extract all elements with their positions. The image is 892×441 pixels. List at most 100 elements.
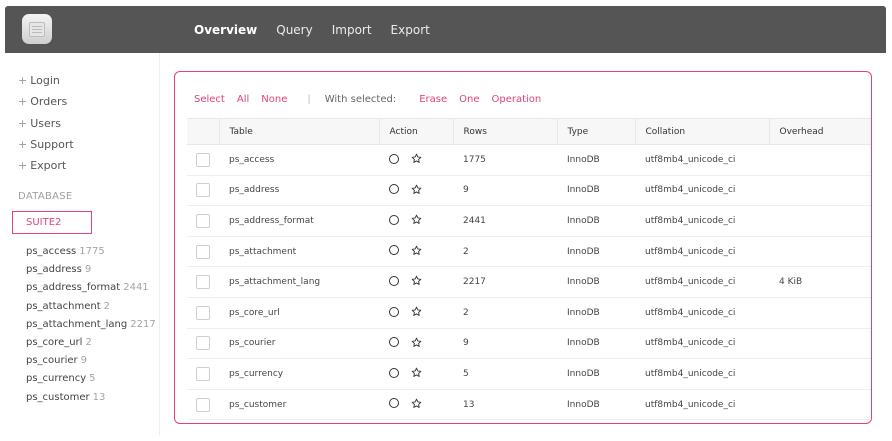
sidebar-table-item[interactable]: ps_attachment_lang 2217 (26, 316, 156, 334)
sidebar-item-support[interactable]: + Support (18, 134, 74, 155)
table-name: ps_access (26, 246, 77, 257)
sidebar-item-users[interactable]: + Users (18, 113, 74, 134)
sidebar-table-item[interactable]: ps_address 9 (26, 261, 156, 279)
circle-icon[interactable] (389, 367, 399, 378)
sidebar-item-orders[interactable]: + Orders (18, 91, 74, 112)
nav-overview[interactable]: Overview (194, 23, 257, 37)
table-row: ps_address 9 InnoDB utf8mb4_unicode_ci (187, 175, 871, 207)
circle-icon[interactable] (389, 337, 399, 348)
table-name: ps_core_url (26, 336, 83, 348)
row-checkbox[interactable] (196, 336, 210, 351)
circle-icon[interactable] (389, 398, 399, 409)
table-row: ps_customer 13 InnoDB utf8mb4_unicode_ci (187, 389, 871, 421)
table-count: 2 (85, 336, 92, 348)
table-name-cell[interactable]: ps_currency (219, 358, 379, 390)
column-header-table[interactable]: Table (218, 118, 379, 145)
type-cell: InnoDB (557, 175, 635, 207)
circle-icon[interactable] (389, 245, 399, 256)
sidebar-table-item[interactable]: ps_currency 5 (26, 370, 156, 388)
collation-cell: utf8mb4_unicode_ci (635, 328, 769, 360)
database-selector[interactable]: SUITE2 (12, 211, 92, 234)
table-name-cell[interactable]: ps_address_format (219, 205, 379, 237)
row-select-cell (187, 358, 219, 390)
type-cell: InnoDB (557, 205, 635, 237)
rows-cell: 13 (453, 389, 557, 421)
table-count: 2441 (123, 282, 149, 294)
table-name-cell[interactable]: ps_access (219, 144, 379, 176)
row-select-cell (187, 205, 219, 237)
column-header-rows[interactable]: Rows (452, 118, 557, 145)
type-cell: InnoDB (557, 297, 635, 329)
row-checkbox[interactable] (196, 213, 210, 228)
select-none-link[interactable]: None (261, 94, 287, 105)
table-row: ps_core_url 2 InnoDB utf8mb4_unicode_ci (187, 297, 871, 329)
column-header-action[interactable]: Action (378, 118, 453, 145)
table-name-cell[interactable]: ps_customer (219, 389, 379, 421)
plus-icon: + (18, 95, 28, 109)
action-cell (379, 236, 453, 268)
table-row: ps_attachment_lang 2217 InnoDB utf8mb4_unic… (187, 266, 871, 298)
star-icon[interactable] (411, 306, 422, 317)
row-checkbox[interactable] (196, 183, 210, 198)
action-cell (379, 205, 453, 237)
sidebar-table-item[interactable]: ps_core_url 2 (26, 334, 156, 352)
star-icon[interactable] (411, 398, 422, 409)
star-icon[interactable] (411, 275, 422, 286)
row-checkbox[interactable] (196, 244, 210, 259)
nav-import[interactable]: Import (332, 23, 372, 37)
sidebar-item-login[interactable]: + Login (18, 70, 74, 91)
overhead-cell (769, 144, 871, 176)
star-icon[interactable] (411, 245, 422, 256)
column-header-collation[interactable]: Collation (634, 118, 769, 145)
star-icon[interactable] (411, 153, 422, 164)
star-icon[interactable] (411, 214, 422, 225)
row-checkbox[interactable] (196, 275, 210, 290)
rows-cell: 2217 (453, 266, 557, 298)
star-icon[interactable] (411, 367, 422, 378)
sidebar-table-item[interactable]: ps_address_format 2441 (26, 279, 156, 297)
rows-cell: 9 (453, 328, 557, 360)
erase-link[interactable]: Erase (419, 94, 447, 105)
circle-icon[interactable] (389, 214, 399, 225)
circle-icon[interactable] (389, 306, 399, 317)
circle-icon[interactable] (389, 153, 399, 164)
nav-query[interactable]: Query (276, 23, 312, 37)
table-name-cell[interactable]: ps_attachment_lang (219, 266, 379, 298)
sidebar-item-label: Export (30, 159, 67, 173)
select-all-link[interactable]: All (237, 94, 249, 105)
circle-icon[interactable] (389, 184, 399, 195)
table-name-cell[interactable]: ps_courier (219, 328, 379, 360)
column-header-type[interactable]: Type (556, 118, 635, 145)
table-count: 1775 (79, 246, 105, 257)
table-name: ps_customer (26, 391, 90, 403)
row-checkbox[interactable] (196, 366, 210, 381)
overhead-cell (769, 297, 871, 329)
star-icon[interactable] (411, 337, 422, 348)
sidebar-table-item[interactable]: ps_access 1775 (26, 243, 156, 261)
app-logo-icon[interactable] (22, 14, 52, 44)
collation-cell: utf8mb4_unicode_ci (635, 236, 769, 268)
table-name: ps_address_format (26, 282, 121, 294)
type-cell: InnoDB (557, 266, 635, 298)
sidebar-item-export[interactable]: + Export (18, 155, 74, 176)
sidebar-table-item[interactable]: ps_attachment 2 (26, 298, 156, 316)
select-link[interactable]: Select (194, 94, 225, 105)
column-header-overhead[interactable]: Overhead (768, 118, 871, 145)
collation-cell: utf8mb4_unicode_ci (635, 266, 769, 298)
star-icon[interactable] (411, 184, 422, 195)
database-heading: DATABASE (18, 191, 73, 202)
nav-export[interactable]: Export (391, 23, 430, 37)
table-name-cell[interactable]: ps_core_url (219, 297, 379, 329)
row-checkbox[interactable] (196, 397, 210, 412)
circle-icon[interactable] (389, 275, 399, 286)
sidebar-table-item[interactable]: ps_customer 13 (26, 389, 156, 407)
operation-link[interactable]: Operation (492, 94, 542, 105)
table-name-cell[interactable]: ps_attachment (219, 236, 379, 268)
plus-icon: + (18, 74, 28, 87)
row-checkbox[interactable] (196, 152, 210, 167)
table-header-row: Table Action Rows Type Collation Overhea… (187, 118, 871, 145)
sidebar-table-item[interactable]: ps_courier 9 (26, 352, 156, 370)
table-name-cell[interactable]: ps_address (219, 175, 379, 207)
row-checkbox[interactable] (196, 305, 210, 320)
one-link[interactable]: One (459, 94, 479, 105)
